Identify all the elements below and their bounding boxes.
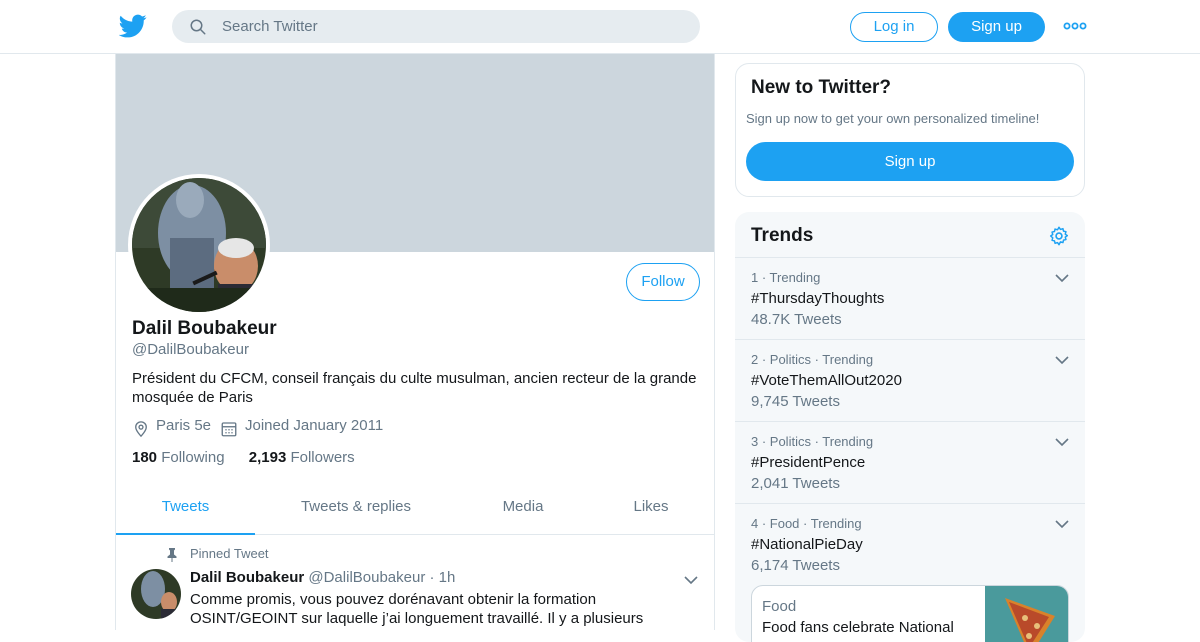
trend-meta: 4 · Food · Trending — [751, 516, 862, 531]
login-button[interactable]: Log in — [850, 12, 938, 42]
sidebar-signup-button[interactable]: Sign up — [746, 142, 1074, 181]
new-to-twitter-card: New to Twitter? Sign up now to get your … — [735, 63, 1085, 197]
top-bar: Log in Sign up — [0, 0, 1200, 54]
profile-location: Paris 5e — [156, 417, 212, 434]
avatar[interactable] — [132, 178, 266, 312]
trend-item[interactable]: 3 · Politics · Trending #PresidentPence … — [735, 421, 1085, 503]
profile-column: Follow Dalil Boubakeur @DalilBoubakeur P… — [115, 54, 715, 630]
profile-display-name: Dalil Boubakeur — [132, 318, 277, 339]
chevron-down-icon[interactable] — [1054, 270, 1070, 286]
pinned-text: Pinned Tweet — [190, 546, 269, 561]
news-category: Food — [762, 598, 797, 615]
profile-join-date: Joined January 2011 — [245, 417, 384, 434]
tweet-avatar[interactable] — [131, 569, 181, 619]
profile-stats: 180 Following 2,193 Followers — [132, 449, 355, 466]
trend-item[interactable]: 1 · Trending #ThursdayThoughts 48.7K Twe… — [735, 257, 1085, 339]
tab-tweets-replies[interactable]: Tweets & replies — [276, 484, 436, 535]
following-label: Following — [161, 449, 225, 466]
trend-meta: 2 · Politics · Trending — [751, 352, 874, 367]
tweet-author-name[interactable]: Dalil Boubakeur — [190, 569, 304, 586]
new-to-twitter-subtitle: Sign up now to get your own personalized… — [746, 111, 1040, 126]
following-link[interactable]: 180 Following — [132, 449, 225, 466]
profile-bio: Président du CFCM, conseil français du c… — [132, 370, 697, 406]
followers-count: 2,193 — [248, 449, 287, 466]
trend-count: 48.7K Tweets — [751, 311, 842, 328]
follow-button[interactable]: Follow — [626, 263, 700, 301]
tab-likes[interactable]: Likes — [616, 484, 686, 535]
chevron-down-icon[interactable] — [1054, 516, 1070, 532]
trends-panel: Trends 1 · Trending #ThursdayThoughts 48… — [735, 212, 1085, 642]
pin-icon — [167, 548, 177, 562]
trend-item[interactable]: 4 · Food · Trending #NationalPieDay 6,17… — [735, 503, 1085, 585]
tab-tweets[interactable]: Tweets — [116, 484, 255, 535]
profile-handle: @DalilBoubakeur — [132, 341, 249, 358]
trend-name: #ThursdayThoughts — [751, 290, 885, 307]
followers-label: Followers — [290, 449, 355, 466]
calendar-icon — [221, 422, 237, 437]
chevron-down-icon[interactable] — [1054, 434, 1070, 450]
tweet-header: Dalil Boubakeur @DalilBoubakeur · 1h — [190, 569, 455, 586]
trends-title: Trends — [751, 225, 814, 246]
trend-name: #PresidentPence — [751, 454, 866, 471]
tweet-author-handle[interactable]: @DalilBoubakeur — [308, 569, 425, 586]
chevron-down-icon[interactable] — [1054, 352, 1070, 368]
tweet-text: Comme promis, vous pouvez dorénavant obt… — [190, 591, 644, 627]
news-headline: Food fans celebrate National — [762, 619, 954, 636]
trend-meta: 3 · Politics · Trending — [751, 434, 874, 449]
trend-count: 6,174 Tweets — [751, 557, 840, 574]
more-icon[interactable] — [1063, 18, 1087, 34]
trend-count: 9,745 Tweets — [751, 393, 840, 410]
location-icon — [135, 421, 147, 438]
search-box[interactable] — [172, 10, 700, 43]
trend-count: 2,041 Tweets — [751, 475, 840, 492]
chevron-down-icon[interactable] — [683, 572, 699, 588]
search-input[interactable] — [222, 10, 682, 43]
followers-link[interactable]: 2,193 Followers — [249, 449, 355, 466]
signup-button[interactable]: Sign up — [948, 12, 1045, 42]
gear-icon[interactable] — [1048, 225, 1070, 247]
new-to-twitter-title: New to Twitter? — [751, 77, 892, 98]
trend-name: #VoteThemAllOut2020 — [751, 372, 902, 389]
trend-meta: 1 · Trending — [751, 270, 821, 285]
news-thumbnail — [985, 586, 1068, 642]
search-icon — [190, 19, 206, 35]
profile-tabs: Tweets Tweets & replies Media Likes — [116, 484, 714, 535]
tweet-time[interactable]: · 1h — [430, 569, 456, 586]
following-count: 180 — [132, 449, 158, 466]
trend-item[interactable]: 2 · Politics · Trending #VoteThemAllOut2… — [735, 339, 1085, 421]
tab-media[interactable]: Media — [481, 484, 565, 535]
twitter-logo-icon[interactable] — [119, 12, 147, 40]
trend-name: #NationalPieDay — [751, 536, 863, 553]
trend-news-card[interactable]: Food Food fans celebrate National — [751, 585, 1069, 642]
